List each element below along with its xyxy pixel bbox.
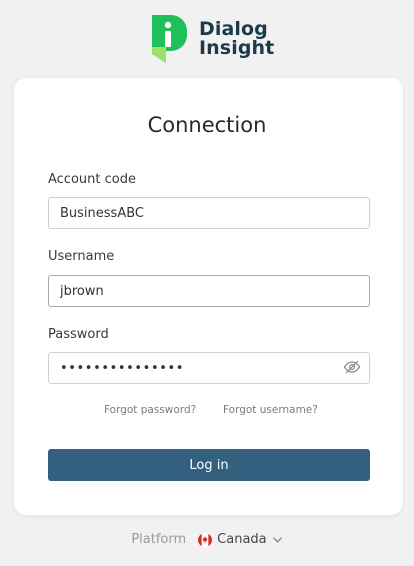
forgot-password-link[interactable]: Forgot password? — [104, 404, 196, 416]
login-button[interactable]: Log in — [48, 449, 370, 481]
forgot-username-link[interactable]: Forgot username? — [223, 404, 318, 416]
page-title: Connection — [147, 113, 267, 137]
username-field[interactable] — [48, 275, 370, 307]
hide-password-eye-icon[interactable] — [343, 360, 361, 374]
account-code-field[interactable] — [48, 197, 370, 229]
chevron-down-icon — [272, 536, 282, 543]
region-value: Canada — [217, 532, 267, 547]
platform-label: Platform — [131, 532, 187, 547]
canada-flag-icon — [198, 532, 213, 547]
login-page: Dialog Insight Connection Account code U… — [0, 0, 414, 566]
username-label: Username — [48, 249, 115, 264]
brand-wordmark: Dialog Insight — [199, 20, 274, 58]
dialog-insight-logo-icon — [152, 15, 187, 63]
brand-logo: Dialog Insight — [148, 13, 274, 65]
platform-footer: Platform Canada — [0, 532, 414, 547]
brand-name-line2: Insight — [199, 37, 275, 59]
platform-region-select[interactable]: Canada — [198, 532, 282, 547]
password-masked-value: ••••••••••••••• — [60, 361, 185, 376]
account-code-label: Account code — [48, 172, 136, 187]
password-label: Password — [48, 327, 109, 342]
